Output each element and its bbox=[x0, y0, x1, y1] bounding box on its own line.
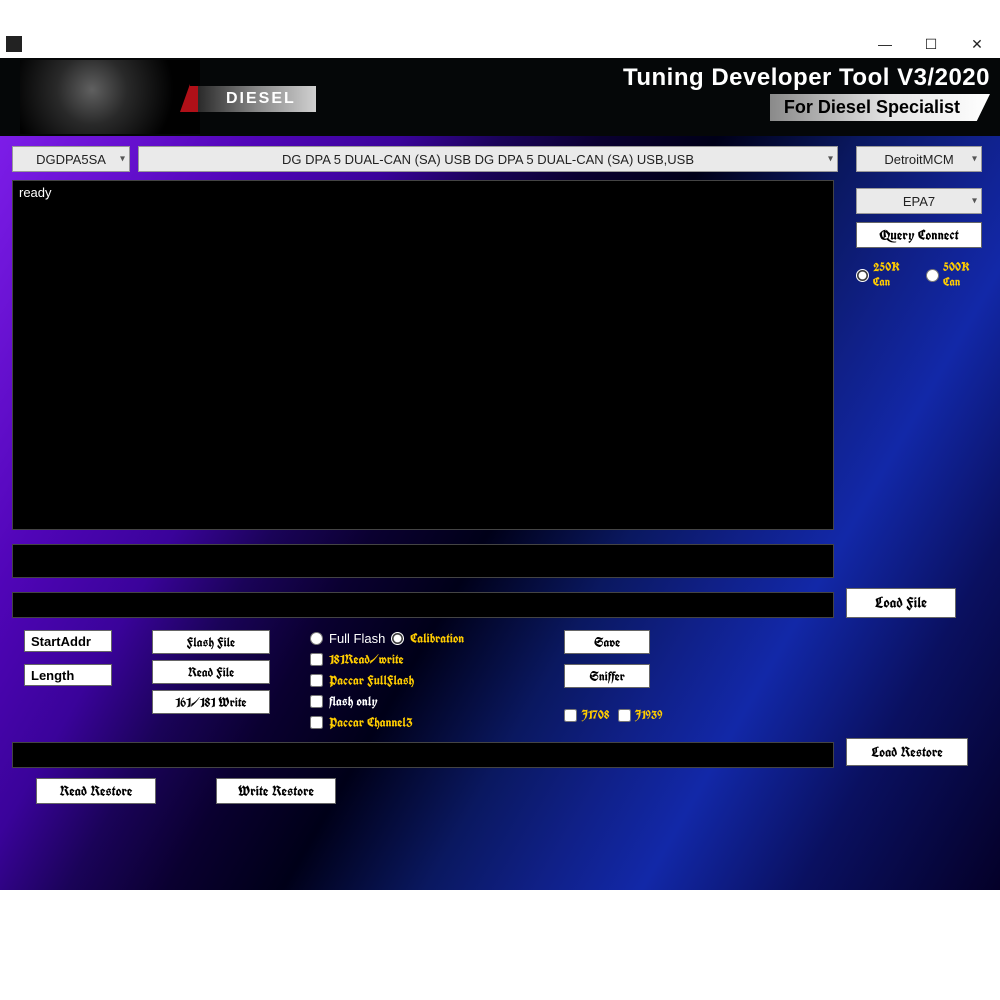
options-grid: StartAddr Length Flash File Read File 16… bbox=[24, 630, 662, 731]
load-file-button[interactable]: Load File bbox=[846, 588, 956, 618]
length-label: Length bbox=[24, 664, 112, 686]
banner-subtitle: For Diesel Specialist bbox=[770, 94, 990, 121]
app-window: — ☐ ✕ DIESEL Tuning Developer Tool V3/20… bbox=[0, 30, 1000, 890]
read-restore-button[interactable]: Read Restore bbox=[36, 778, 156, 804]
can-250k-input[interactable] bbox=[856, 269, 869, 282]
flash-mode-group: Full Flash Calibration bbox=[310, 630, 464, 647]
calibration-radio[interactable] bbox=[391, 632, 404, 645]
check-paccar-ch3[interactable]: Paccar Channel3 bbox=[310, 714, 464, 731]
full-flash-label: Full Flash bbox=[329, 631, 385, 646]
console-output: ready bbox=[12, 180, 834, 530]
titlebar: — ☐ ✕ bbox=[0, 30, 1000, 58]
minimize-button[interactable]: — bbox=[862, 30, 908, 58]
full-flash-radio[interactable] bbox=[310, 632, 323, 645]
can-500k-radio[interactable]: 500K Can bbox=[926, 260, 988, 290]
adapter-value: DGDPA5SA bbox=[36, 152, 106, 167]
chevron-down-icon: ▾ bbox=[972, 154, 977, 165]
restore-path-bar bbox=[12, 742, 834, 768]
epa-dropdown[interactable]: EPA7 ▾ bbox=[856, 188, 982, 214]
device-value: DG DPA 5 DUAL-CAN (SA) USB DG DPA 5 DUAL… bbox=[282, 152, 694, 167]
epa-value: EPA7 bbox=[903, 194, 935, 209]
check-paccar-fullflash[interactable]: Paccar FullFlash bbox=[310, 672, 464, 689]
save-button[interactable]: Save bbox=[564, 630, 650, 654]
chevron-down-icon: ▾ bbox=[972, 196, 977, 207]
write-restore-button[interactable]: Write Restore bbox=[216, 778, 336, 804]
protocol-group: J1708 J1939 bbox=[564, 708, 662, 723]
close-button[interactable]: ✕ bbox=[954, 30, 1000, 58]
window-controls: — ☐ ✕ bbox=[862, 30, 1000, 58]
j1939-check[interactable]: J1939 bbox=[618, 708, 663, 723]
restore-buttons: Read Restore Write Restore bbox=[36, 778, 336, 804]
chevron-down-icon: ▾ bbox=[828, 154, 833, 165]
device-dropdown[interactable]: DG DPA 5 DUAL-CAN (SA) USB DG DPA 5 DUAL… bbox=[138, 146, 838, 172]
read-file-button[interactable]: Read File bbox=[152, 660, 270, 684]
brand-badge: DIESEL bbox=[190, 86, 316, 112]
query-connect-button[interactable]: Query Connect bbox=[856, 222, 982, 248]
sniffer-button[interactable]: Sniffer bbox=[564, 664, 650, 688]
workarea: DGDPA5SA ▾ DG DPA 5 DUAL-CAN (SA) USB DG… bbox=[0, 136, 1000, 890]
progress-bar-1 bbox=[12, 544, 834, 578]
file-path-bar bbox=[12, 592, 834, 618]
check-181rw[interactable]: 181Read/write bbox=[310, 651, 464, 668]
check-flash-only[interactable]: flash only bbox=[310, 693, 464, 710]
load-restore-button[interactable]: Load Restore bbox=[846, 738, 968, 766]
banner-logo bbox=[20, 60, 200, 134]
adapter-dropdown[interactable]: DGDPA5SA ▾ bbox=[12, 146, 130, 172]
can-speed-group: 250K Can 500K Can bbox=[856, 260, 988, 290]
console-status: ready bbox=[19, 185, 52, 200]
flash-file-button[interactable]: Flash File bbox=[152, 630, 270, 654]
j1708-check[interactable]: J1708 bbox=[564, 708, 609, 723]
maximize-button[interactable]: ☐ bbox=[908, 30, 954, 58]
app-icon bbox=[6, 36, 22, 52]
ecu-dropdown[interactable]: DetroitMCM ▾ bbox=[856, 146, 982, 172]
start-addr-label: StartAddr bbox=[24, 630, 112, 652]
right-column: DetroitMCM ▾ EPA7 ▾ Query Connect 250K C… bbox=[856, 146, 988, 290]
ecu-value: DetroitMCM bbox=[884, 152, 953, 167]
chevron-down-icon: ▾ bbox=[120, 154, 125, 165]
can-500k-input[interactable] bbox=[926, 269, 939, 282]
calibration-label: Calibration bbox=[410, 630, 464, 647]
write-161-181-button[interactable]: 161/181 Write bbox=[152, 690, 270, 714]
can-250k-radio[interactable]: 250K Can bbox=[856, 260, 918, 290]
banner-title: Tuning Developer Tool V3/2020 bbox=[623, 64, 990, 92]
banner: DIESEL Tuning Developer Tool V3/2020 For… bbox=[0, 58, 1000, 136]
